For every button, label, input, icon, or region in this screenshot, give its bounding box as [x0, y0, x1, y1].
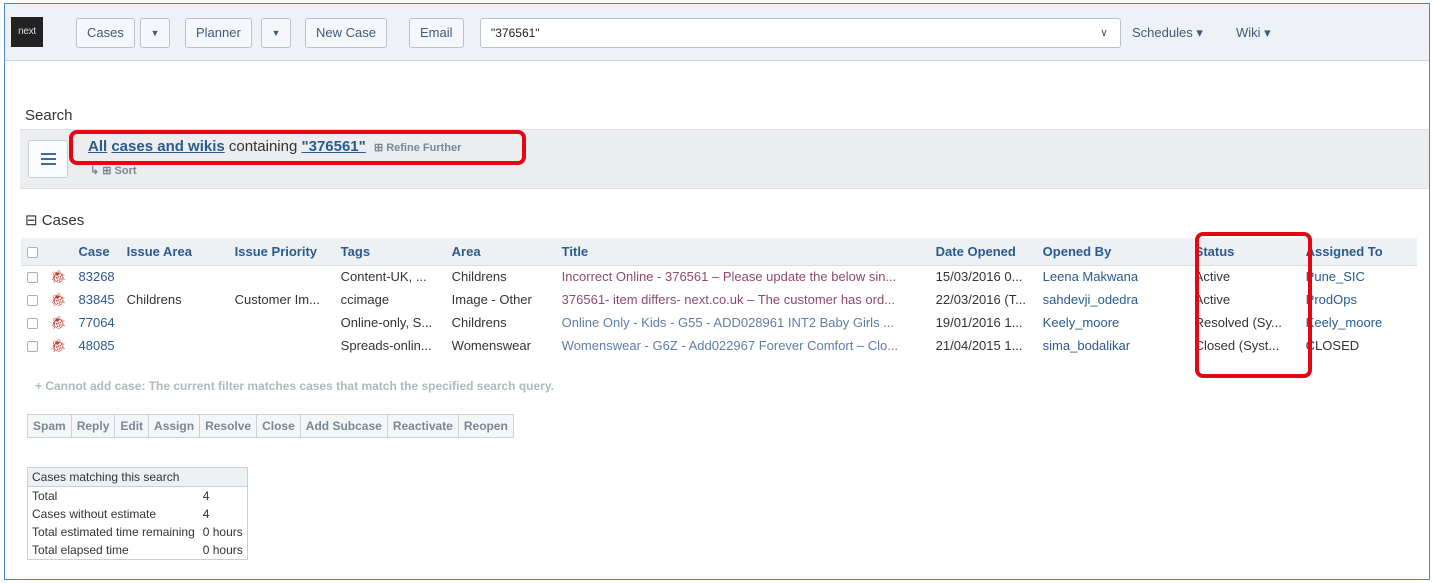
area-cell: Womenswear — [451, 338, 531, 353]
title-link[interactable]: Online Only - Kids - G55 - ADD028961 INT… — [556, 311, 930, 334]
list-view-icon[interactable] — [28, 140, 68, 178]
sort-link[interactable]: ↳ ⊞ Sort — [90, 164, 137, 177]
stats-value: 4 — [202, 489, 210, 503]
reply-button[interactable]: Reply — [72, 415, 116, 437]
select-all-checkbox[interactable] — [21, 238, 44, 266]
planner-dropdown-chevron-down-icon[interactable]: ▼ — [261, 18, 291, 48]
assign-button[interactable]: Assign — [149, 415, 201, 437]
stats-value: 0 hours — [202, 543, 243, 557]
row-checkbox[interactable] — [21, 334, 44, 357]
add-subcase-button[interactable]: Add Subcase — [301, 415, 388, 437]
next-logo[interactable]: next — [11, 17, 43, 47]
issue-area-cell — [121, 311, 229, 334]
date-opened-cell: 22/03/2016 (T... — [935, 292, 1027, 307]
column-header-tags[interactable]: Tags — [334, 238, 446, 266]
stats-row: Total estimated time remaining 0 hours — [28, 523, 248, 541]
spam-button[interactable]: Spam — [28, 415, 72, 437]
edit-button[interactable]: Edit — [115, 415, 150, 437]
tags-cell: ccimage — [340, 292, 390, 307]
issue-area-cell — [121, 265, 229, 288]
case-id-link[interactable]: 83268 — [73, 265, 121, 288]
highlight-box-criteria — [69, 130, 526, 165]
bug-icon: 🐞︎ — [50, 314, 67, 330]
stats-header: Cases matching this search — [32, 470, 180, 484]
case-actions-toolbar: Spam Reply Edit Assign Resolve Close Add… — [27, 414, 514, 438]
top-navigation-bar: next Cases ▼ Planner ▼ New Case Email "3… — [5, 4, 1429, 61]
search-dropdown-chevron-down-icon[interactable]: ∨ — [1100, 19, 1108, 47]
area-cell: Image - Other — [451, 292, 532, 307]
reactivate-button[interactable]: Reactivate — [388, 415, 459, 437]
search-input-value: "376561" — [491, 26, 540, 40]
row-checkbox[interactable] — [21, 288, 44, 311]
stats-row: Total elapsed time 0 hours — [28, 541, 248, 560]
stats-label: Total elapsed time — [32, 543, 129, 557]
schedules-menu[interactable]: Schedules ▾ — [1132, 18, 1203, 48]
tags-cell: Content-UK, ... — [340, 269, 427, 285]
title-link[interactable]: Womenswear - G6Z - Add022967 Forever Com… — [556, 334, 930, 357]
stats-label: Cases without estimate — [32, 507, 157, 521]
row-checkbox[interactable] — [21, 311, 44, 334]
area-cell: Childrens — [451, 315, 507, 330]
cannot-add-case-note: + Cannot add case: The current filter ma… — [35, 379, 554, 393]
column-header-issue-area[interactable]: Issue Area — [120, 238, 229, 266]
reopen-button[interactable]: Reopen — [459, 415, 513, 437]
stats-label: Total estimated time remaining — [32, 525, 195, 539]
column-header-date-opened[interactable]: Date Opened — [929, 238, 1037, 266]
stats-label: Total — [32, 489, 58, 503]
bug-icon: 🐞︎ — [50, 268, 67, 284]
title-link[interactable]: 376561- item differs- next.co.uk – The c… — [556, 288, 930, 311]
stats-row: Total 4 — [28, 487, 248, 506]
area-cell: Childrens — [451, 269, 507, 285]
row-checkbox[interactable] — [21, 265, 44, 288]
case-id-link[interactable]: 83845 — [73, 288, 121, 311]
column-header-assigned-to[interactable]: Assigned To — [1299, 238, 1417, 266]
opened-by-link[interactable]: Keely_moore — [1037, 311, 1189, 334]
date-opened-cell: 15/03/2016 0... — [935, 269, 1023, 285]
column-header-area[interactable]: Area — [445, 238, 556, 266]
stats-value: 0 hours — [202, 525, 243, 539]
stats-value: 4 — [202, 507, 210, 521]
bug-icon: 🐞︎ — [50, 337, 67, 353]
cases-button[interactable]: Cases — [76, 18, 135, 48]
resolve-button[interactable]: Resolve — [200, 415, 258, 437]
column-header-issue-priority[interactable]: Issue Priority — [228, 238, 335, 266]
assigned-to-link[interactable]: ProdOps — [1300, 288, 1417, 311]
tags-cell: Online-only, S... — [340, 315, 433, 330]
title-link[interactable]: Incorrect Online - 376561 – Please updat… — [556, 265, 930, 288]
bug-icon: 🐞︎ — [50, 291, 67, 307]
new-case-button[interactable]: New Case — [305, 18, 387, 48]
issue-area-cell — [121, 334, 229, 357]
opened-by-link[interactable]: sima_bodalikar — [1037, 334, 1189, 357]
search-stats-table: Cases matching this search Total 4 Cases… — [27, 467, 248, 560]
column-header-case[interactable]: Case — [72, 238, 121, 266]
email-button[interactable]: Email — [409, 18, 464, 48]
assigned-to-link[interactable]: Pune_SIC — [1300, 265, 1417, 288]
date-opened-cell: 21/04/2015 1... — [935, 338, 1023, 353]
app-window: next Cases ▼ Planner ▼ New Case Email "3… — [4, 3, 1430, 580]
cases-dropdown-chevron-down-icon[interactable]: ▼ — [140, 18, 170, 48]
wiki-menu[interactable]: Wiki ▾ — [1236, 18, 1271, 48]
issue-priority-cell — [229, 311, 335, 334]
tags-cell: Spreads-onlin... — [340, 338, 432, 353]
highlight-box-status — [1195, 232, 1312, 378]
column-header-opened-by[interactable]: Opened By — [1036, 238, 1189, 266]
date-opened-cell: 19/01/2016 1... — [935, 315, 1023, 330]
issue-priority-cell — [229, 334, 335, 357]
stats-row: Cases without estimate 4 — [28, 505, 248, 523]
search-input[interactable]: "376561" ∨ — [480, 18, 1121, 48]
issue-area-cell: Childrens — [126, 292, 182, 307]
case-id-link[interactable]: 77064 — [73, 311, 121, 334]
case-id-link[interactable]: 48085 — [73, 334, 121, 357]
search-heading: Search — [25, 107, 73, 124]
assigned-to-cell: CLOSED — [1305, 338, 1360, 353]
close-button[interactable]: Close — [257, 415, 301, 437]
assigned-to-link[interactable]: Keely_moore — [1300, 311, 1417, 334]
opened-by-link[interactable]: sahdevji_odedra — [1037, 288, 1189, 311]
column-header-title[interactable]: Title — [555, 238, 930, 266]
cases-section-toggle[interactable]: ⊟ Cases — [25, 211, 84, 229]
planner-button[interactable]: Planner — [185, 18, 252, 48]
issue-priority-cell — [229, 265, 335, 288]
issue-priority-cell: Customer Im... — [234, 292, 320, 307]
opened-by-link[interactable]: Leena Makwana — [1037, 265, 1189, 288]
